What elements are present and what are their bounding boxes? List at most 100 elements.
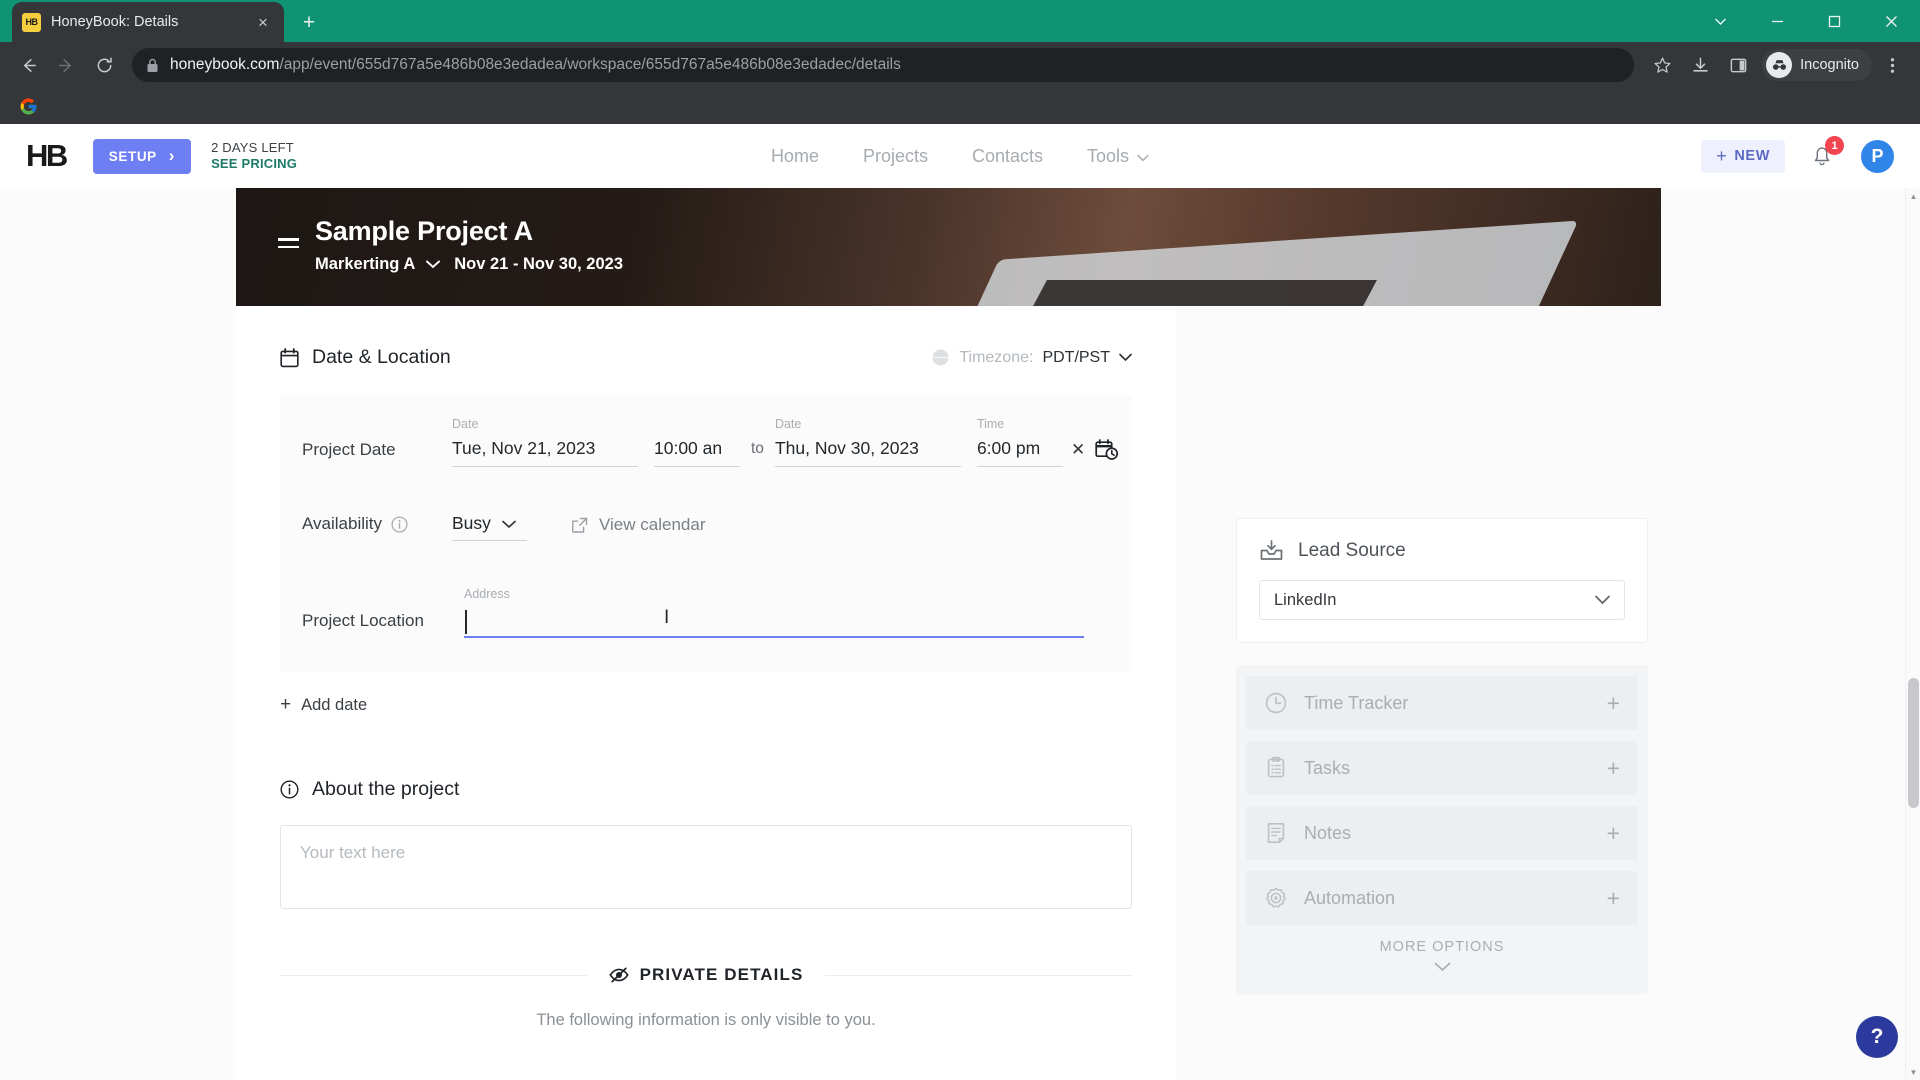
end-date-field[interactable]: Date Thu, Nov 30, 2023 — [774, 417, 961, 467]
info-icon[interactable] — [391, 515, 408, 533]
scroll-up-arrow[interactable]: ▲ — [1906, 188, 1920, 204]
timezone-value: PDT/PST — [1042, 348, 1110, 366]
scrollbar-thumb[interactable] — [1908, 678, 1919, 808]
see-pricing-link[interactable]: SEE PRICING — [211, 156, 297, 172]
section-title-group: Date & Location — [280, 346, 451, 369]
download-icon[interactable] — [1682, 47, 1718, 83]
browser-tab[interactable]: HB HoneyBook: Details × — [12, 2, 284, 42]
nav-item-contacts[interactable]: Contacts — [972, 146, 1043, 167]
minimize-window-button[interactable] — [1749, 0, 1806, 42]
project-title: Sample Project A — [315, 216, 533, 246]
project-location-label: Project Location — [302, 611, 424, 630]
plus-icon: + — [1716, 145, 1728, 166]
nav-item-projects[interactable]: Projects — [863, 146, 928, 167]
project-date-label: Project Date — [302, 440, 396, 459]
notifications-button[interactable]: 1 — [1809, 136, 1844, 171]
bookmarks-bar — [0, 88, 1920, 124]
project-location-row: Project Location Address I — [280, 587, 1132, 638]
availability-label-group: Availability — [302, 514, 452, 541]
back-arrow-icon[interactable] — [10, 47, 46, 83]
start-date-caption: Date — [452, 417, 479, 431]
page-viewport: HB SETUP › 2 DAYS LEFT SEE PRICING Home … — [0, 124, 1920, 1080]
nav-item-home[interactable]: Home — [771, 146, 819, 167]
window-controls — [1692, 0, 1920, 42]
three-dot-menu-icon[interactable] — [1874, 47, 1910, 83]
calendar-clock-icon[interactable] — [1095, 439, 1119, 461]
sidebar-item-label: Time Tracker — [1304, 692, 1409, 713]
new-tab-button[interactable]: + — [292, 5, 326, 39]
chevron-down-icon — [1119, 349, 1132, 367]
incognito-glasses-icon — [1766, 52, 1793, 78]
add-date-label: Add date — [301, 695, 368, 714]
about-project-textarea[interactable]: Your text here — [280, 825, 1132, 909]
close-tab-icon[interactable]: × — [252, 11, 274, 33]
add-task-button[interactable]: + — [1607, 756, 1620, 780]
view-calendar-link[interactable]: View calendar — [571, 515, 705, 541]
clear-date-button[interactable]: ✕ — [1071, 440, 1085, 460]
sidebar-item-notes[interactable]: Notes + — [1246, 806, 1638, 860]
address-bar[interactable]: honeybook.com/app/event/655d767a5e486b08… — [132, 48, 1635, 82]
automation-gear-icon — [1264, 886, 1288, 910]
mouse-text-cursor: I — [664, 607, 670, 628]
timezone-selector[interactable]: Timezone: PDT/PST — [931, 348, 1132, 367]
page-canvas: Sample Project A Markerting A Nov 21 - N… — [0, 188, 1920, 1080]
google-bookmark-icon[interactable] — [14, 92, 42, 120]
incognito-indicator[interactable]: Incognito — [1762, 49, 1872, 81]
maximize-window-button[interactable] — [1806, 0, 1863, 42]
project-meta: Markerting A Nov 21 - Nov 30, 2023 — [315, 255, 623, 274]
notification-badge: 1 — [1825, 136, 1844, 155]
eye-slash-icon — [608, 967, 629, 983]
start-time-value: 10:00 an — [654, 438, 740, 467]
scroll-down-arrow[interactable]: ▼ — [1906, 1064, 1920, 1080]
divider-line-left — [280, 974, 587, 976]
hamburger-menu-icon[interactable] — [278, 238, 299, 274]
app-top-nav: HB SETUP › 2 DAYS LEFT SEE PRICING Home … — [0, 124, 1920, 188]
text-caret — [465, 610, 467, 634]
new-button[interactable]: + NEW — [1701, 139, 1785, 173]
forward-arrow-icon[interactable] — [48, 47, 84, 83]
start-time-field[interactable]: 10:00 an — [654, 417, 740, 467]
new-label: NEW — [1734, 148, 1770, 164]
address-field[interactable]: Address I — [464, 587, 1084, 638]
add-time-tracker-button[interactable]: + — [1607, 691, 1620, 715]
about-project-header: About the project — [280, 778, 1176, 801]
user-avatar[interactable]: P — [1861, 139, 1894, 173]
setup-label: SETUP — [108, 148, 157, 164]
address-input[interactable]: I — [464, 608, 1084, 638]
nav-label: Contacts — [971, 145, 1044, 166]
timezone-label: Timezone: — [959, 348, 1034, 366]
end-date-caption: Date — [774, 417, 802, 431]
honeybook-logo[interactable]: HB — [26, 138, 68, 174]
end-time-field[interactable]: Time 6:00 pm — [976, 417, 1063, 467]
lead-source-select[interactable]: LinkedIn — [1259, 580, 1625, 620]
url-path: /app/event/655d767a5e486b08e3edadea/work… — [279, 56, 901, 73]
start-time-caption — [654, 417, 740, 431]
more-options-button[interactable]: MORE OPTIONS — [1246, 929, 1638, 976]
help-button[interactable]: ? — [1856, 1016, 1898, 1058]
sidebar-item-tasks[interactable]: Tasks + — [1246, 741, 1638, 795]
add-date-button[interactable]: + Add date — [280, 694, 367, 716]
side-panel-icon[interactable] — [1720, 47, 1756, 83]
nav-label: Projects — [862, 145, 928, 166]
setup-button[interactable]: SETUP › — [92, 138, 192, 174]
page-scrollbar[interactable]: ▲ ▼ — [1905, 188, 1920, 1080]
sidebar-item-label: Tasks — [1304, 757, 1351, 778]
sidebar-item-time-tracker[interactable]: Time Tracker + — [1246, 676, 1638, 730]
more-options-label: MORE OPTIONS — [1379, 939, 1505, 955]
project-type-dropdown[interactable]: Markerting A — [315, 255, 441, 274]
add-automation-button[interactable]: + — [1607, 886, 1620, 910]
tab-search-chevron-icon[interactable] — [1692, 0, 1749, 42]
sidebar-item-automation[interactable]: Automation + — [1246, 871, 1638, 925]
reload-icon[interactable] — [86, 47, 122, 83]
close-window-button[interactable] — [1863, 0, 1920, 42]
nav-item-tools[interactable]: Tools — [1087, 146, 1149, 167]
bookmark-star-icon[interactable] — [1644, 47, 1680, 83]
row-spacer — [280, 467, 1132, 513]
about-project-title: About the project — [312, 778, 460, 800]
clipboard-icon — [1264, 756, 1288, 780]
sidebar-item-label: Automation — [1304, 887, 1396, 908]
availability-dropdown[interactable]: Busy — [452, 513, 527, 541]
chevron-down-icon — [1137, 146, 1149, 167]
add-note-button[interactable]: + — [1607, 821, 1620, 845]
start-date-field[interactable]: Date Tue, Nov 21, 2023 — [452, 417, 638, 467]
